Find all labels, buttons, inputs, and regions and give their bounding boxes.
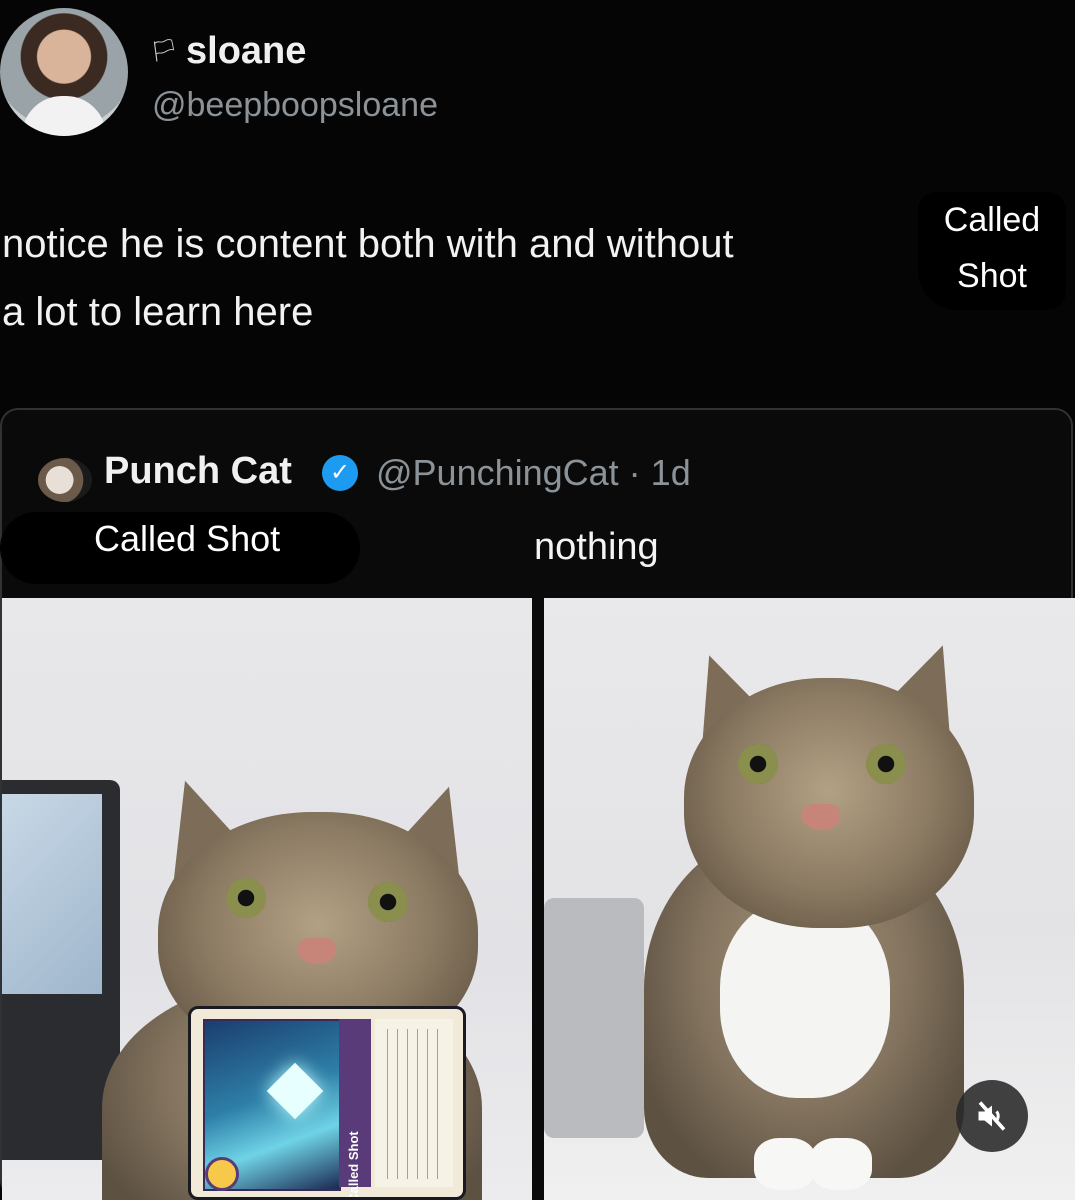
mute-button[interactable] [956, 1080, 1028, 1152]
flag-icon: 🏳 [150, 38, 178, 63]
quoted-author-name[interactable]: Punch Cat [104, 450, 292, 493]
author-avatar[interactable] [0, 8, 128, 136]
cat-eye [368, 882, 408, 922]
panel-divider [532, 598, 544, 1200]
card-rules-text [381, 1029, 447, 1179]
cat-eye [226, 878, 266, 918]
speaker-muted-icon [978, 1101, 1006, 1131]
overlay-called-shot-label: Called Shot [918, 192, 1066, 310]
cat-nose [802, 804, 840, 830]
author-display-name[interactable]: sloane [186, 30, 306, 73]
cat-chest [720, 898, 890, 1098]
quoted-author-handle[interactable]: @PunchingCat · 1d [376, 452, 691, 494]
quoted-author-avatar[interactable] [38, 458, 92, 502]
cat-eye [738, 744, 778, 784]
card-title: Called Shot [346, 1131, 361, 1200]
called-shot-card-image: Called Shot [188, 1006, 466, 1200]
cat-paw [810, 1138, 872, 1190]
cat-paw [754, 1138, 816, 1190]
tweet-text-line-2: a lot to learn here [2, 290, 314, 334]
cat-head-right [684, 678, 974, 928]
lightning-icon [266, 1062, 324, 1120]
cat-eye [866, 744, 906, 784]
author-handle[interactable]: @beepboopsloane [152, 86, 438, 125]
label-called-shot: Called Shot [94, 518, 281, 559]
cat-nose [298, 938, 336, 964]
verified-badge-icon: ✓ [322, 455, 358, 491]
card-cost-icon [205, 1157, 239, 1191]
tweet-text-line-1: notice he is content both with and witho… [2, 222, 734, 266]
label-nothing: nothing [534, 526, 659, 568]
avatar-shirt [22, 96, 106, 136]
laptop-image [544, 898, 644, 1138]
